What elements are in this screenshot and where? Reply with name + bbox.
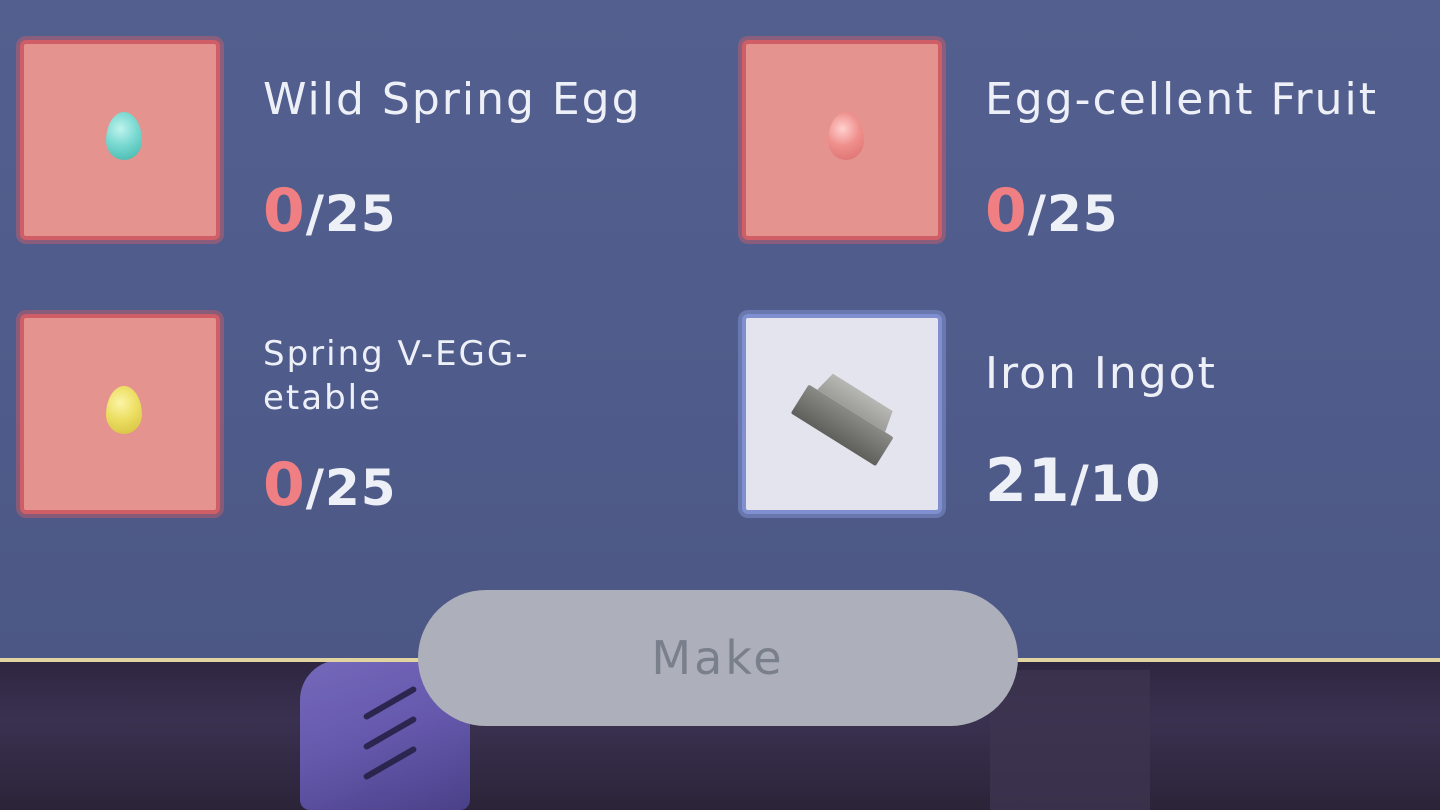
shoe-lace [362,685,418,721]
crafting-screen: Wild Spring Egg 0/25 Egg-cellent Fruit 0… [0,0,1440,810]
ingredient-count: 0/25 [985,176,1119,246]
ingredient-slot[interactable] [20,40,220,240]
ingredient-slot[interactable] [742,40,942,240]
ingredient-count: 0/25 [263,176,397,246]
teal-egg-icon [106,112,142,160]
background-object [990,670,1150,810]
ingredient-name: Spring V-EGG-etable [263,334,530,418]
ingredient-name: Iron Ingot [985,348,1217,399]
iron-ingot-icon [790,366,905,467]
ingredient-name: Egg-cellent Fruit [985,74,1379,125]
pink-egg-icon [828,112,864,160]
shoe-lace [362,715,418,751]
owned-count: 21 [985,446,1071,516]
ingredient-count: 0/25 [263,450,397,520]
ingredient-slot[interactable] [20,314,220,514]
required-count: /25 [305,459,397,517]
make-button[interactable]: Make [418,590,1018,726]
yellow-egg-icon [106,386,142,434]
ingredient-slot[interactable] [742,314,942,514]
owned-count: 0 [263,450,306,520]
owned-count: 0 [985,176,1028,246]
ingredient-name: Wild Spring Egg [263,74,642,125]
ingredient-count: 21/10 [985,446,1161,516]
shoe-lace [362,745,418,781]
required-count: /25 [305,185,397,243]
owned-count: 0 [263,176,306,246]
required-count: /25 [1027,185,1119,243]
ingredients-panel: Wild Spring Egg 0/25 Egg-cellent Fruit 0… [0,0,1440,662]
required-count: /10 [1070,455,1162,513]
